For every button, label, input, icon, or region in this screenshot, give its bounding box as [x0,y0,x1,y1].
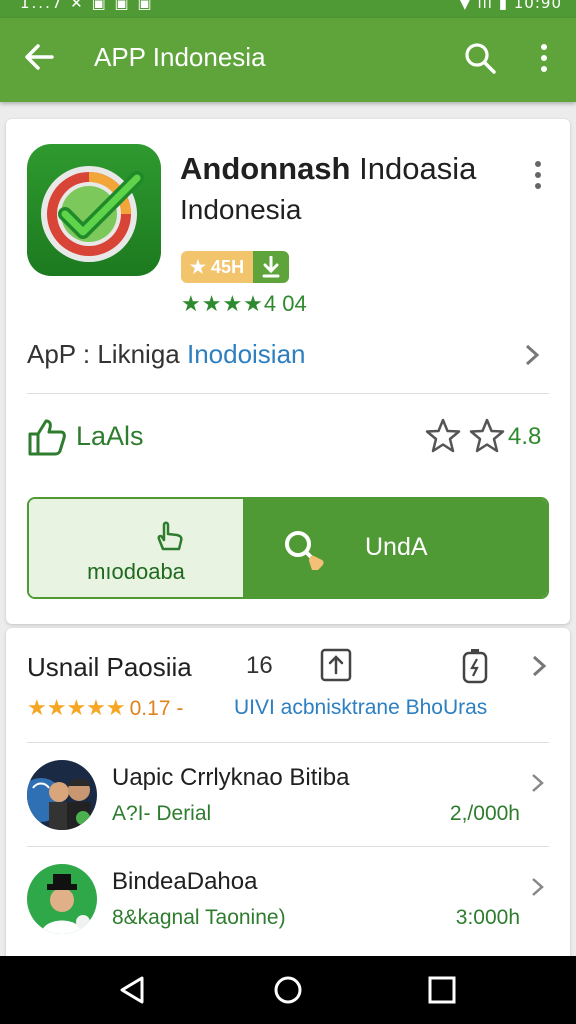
chevron-right-icon[interactable] [530,772,546,794]
related-apps-card: Usnail Paosiia 16 ★★★★★ 0.17 - UIVI acbni… [6,628,570,958]
section-stars: ★★★★★ 0.17 - [27,695,183,721]
category-breadcrumb[interactable]: ApP : Likniga Inodoisian [27,339,306,370]
rating-stars: ★★★★4 04 [181,291,307,317]
crumb-prefix: ApP : Likniga [27,339,187,369]
star-outline-icon[interactable] [468,417,506,455]
section-count: 16 [246,652,273,679]
nav-back-icon[interactable] [116,974,148,1006]
app-more-icon[interactable] [530,159,546,191]
search-icon[interactable] [462,40,498,76]
divider [27,846,549,847]
action-buttons: mıodoaba UndA [27,497,549,599]
crumb-link[interactable]: Inodoisian [187,339,306,369]
rating-value: 4.8 [508,423,542,450]
share-icon[interactable] [320,648,352,682]
list-item-subtitle: A?I- Derial [112,802,212,825]
battery-icon[interactable] [462,648,488,684]
install-label: mıodoaba [87,559,185,584]
developer-link[interactable]: UIVI acbnisktrane BhoUras [234,696,487,720]
page-title: APP Indonesia [94,42,266,72]
divider [27,393,549,394]
open-button[interactable]: UndA [245,499,547,597]
status-right: ▼ ıll ▮ 10:90 [459,0,562,12]
navigation-bar [0,956,576,1024]
list-item-size: 3:000h [455,906,520,929]
more-vert-icon[interactable] [530,40,558,76]
list-item-title[interactable]: Uapic Crrlyknao Bitiba [112,764,349,792]
status-left: 1...7 ✕ ▣ ▣ ▣ [20,0,154,12]
chevron-right-icon[interactable] [530,654,548,678]
avatar[interactable] [27,864,97,934]
thumbs-up-icon[interactable] [27,417,67,457]
app-name-line2: Indonesia [180,194,302,225]
search-hand-icon [285,531,324,570]
app-name-bold: Andonnash [180,151,351,186]
avatar[interactable] [27,760,97,830]
back-arrow-icon[interactable] [22,40,56,74]
app-detail-card: Andonnash Indoasia Indonesia ★ 45H ★★★★4… [6,119,570,624]
rating-badge: ★ 45H [181,251,289,283]
rating-text: 4 04 [263,291,307,316]
nav-recents-icon[interactable] [426,974,458,1006]
divider [27,742,549,743]
app-bar: APP Indonesia [0,18,576,102]
app-logo-icon[interactable] [27,144,161,276]
list-item-size: 2,/000h [449,802,520,825]
section-stars-icon: ★★★★★ [27,695,126,720]
app-name: Andonnash Indoasia [180,151,476,187]
section-score: 0.17 - [129,697,184,720]
rating-stars-icon: ★★★★ [181,291,264,316]
chevron-right-icon[interactable] [530,876,546,898]
likes-label: LaAls [76,421,144,451]
status-bar: 1...7 ✕ ▣ ▣ ▣ ▼ ıll ▮ 10:90 [0,0,576,18]
list-item-title[interactable]: BindeaDahoa [112,868,257,896]
list-item-subtitle: 8&kagnal Taonine) [112,906,286,929]
install-button[interactable]: mıodoaba [29,499,245,597]
chevron-right-icon[interactable] [522,343,542,367]
nav-home-icon[interactable] [272,974,304,1006]
section-title: Usnail Paosiia [27,652,192,682]
star-outline-icon[interactable] [424,417,462,455]
badge-rating: ★ 45H [181,251,253,283]
app-name-rest: Indoasia [350,151,477,186]
download-badge-icon [253,251,289,283]
hand-pointer-icon [157,521,183,551]
open-label: UndA [365,533,428,561]
